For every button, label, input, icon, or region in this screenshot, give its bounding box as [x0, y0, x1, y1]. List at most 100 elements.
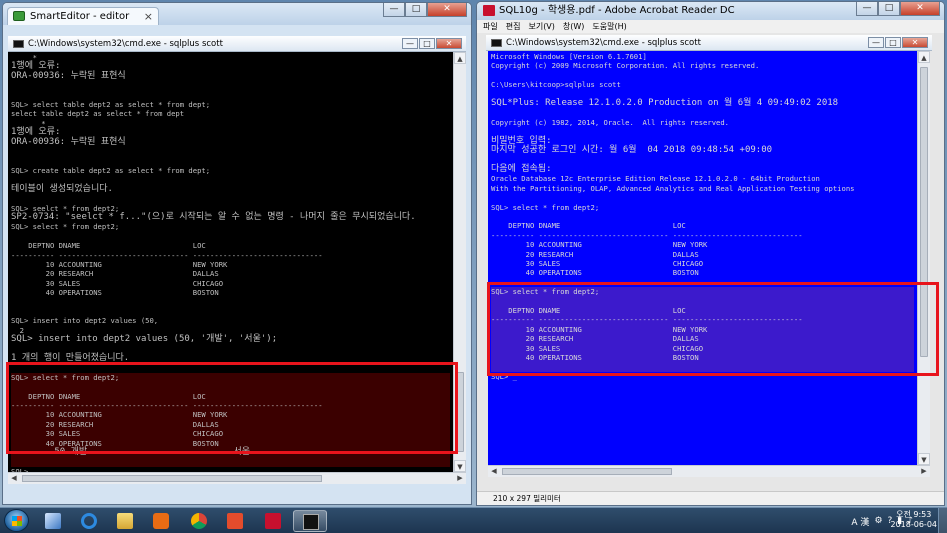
clock-time: 오전 9:53 [896, 510, 932, 519]
smarteditor-icon [13, 11, 25, 21]
menu-help[interactable]: 도움말(H) [588, 20, 630, 33]
console-line: 20 RESEARCH DALLAS [491, 249, 699, 259]
close-button[interactable]: ✕ [427, 3, 467, 17]
acrobat-icon [265, 513, 281, 529]
console-line: * [11, 53, 37, 62]
cmd-titlebar[interactable]: C:\Windows\system32\cmd.exe - sqlplus sc… [8, 36, 466, 52]
close-tab-icon[interactable]: × [144, 8, 153, 25]
console-line: Oracle Database 12c Enterprise Edition R… [491, 174, 820, 184]
right-cmd-titlebar[interactable]: C:\Windows\system32\cmd.exe - sqlplus sc… [486, 35, 932, 51]
start-icon[interactable] [4, 509, 29, 532]
scroll-right-arrow-icon[interactable]: ▶ [454, 473, 466, 484]
console-line: 테이블이 생성되었습니다. [11, 183, 113, 194]
acrobat-titlebar[interactable]: SQL10g - 학생용.pdf - Adobe Acrobat Reader … [477, 2, 944, 20]
smarteditor-window: SmartEditor - editor × — □ ✕ C:\Windows\… [2, 2, 472, 505]
left-vertical-scrollbar[interactable]: ▲ ▼ [453, 52, 466, 472]
right-cmd-minimize-button[interactable]: — [868, 37, 884, 48]
clock-date: 2018-06-04 [890, 520, 938, 529]
menu-view[interactable]: 보기(V) [524, 20, 558, 33]
console-line: 50 개발 서울 [11, 447, 450, 458]
console-line [11, 382, 450, 392]
console-line: SQL> select table dept2 as select * from… [11, 100, 211, 110]
menu-edit[interactable]: 편집 [502, 20, 525, 33]
right-hscroll-thumb[interactable] [502, 468, 672, 475]
acrobat-minimize-button[interactable]: — [856, 2, 878, 16]
right-scroll-down-arrow-icon[interactable]: ▼ [918, 453, 930, 465]
console-line: SQL> create table dept2 as select * from… [11, 165, 211, 175]
console-line: DEPTNO DNAME LOC [11, 391, 450, 402]
right-cmd-maximize-button[interactable]: □ [885, 37, 901, 48]
right-console-output[interactable]: Microsoft Windows [Version 6.1.7601] Copy… [488, 51, 917, 465]
maximize-button[interactable]: □ [405, 3, 427, 17]
console-line: 20 RESEARCH DALLAS [11, 419, 450, 430]
console-line: 10 ACCOUNTING NEW YORK [11, 410, 450, 420]
right-cmd-close-button[interactable]: ✕ [902, 37, 928, 48]
taskbar-chrome-button[interactable] [182, 510, 216, 532]
console-line: SQL> select * from dept2; [11, 372, 450, 383]
taskbar-acrobat-button[interactable] [256, 510, 290, 532]
cmd-close-button[interactable]: ✕ [436, 38, 462, 49]
console-line: 10 ACCOUNTING NEW YORK [491, 324, 914, 335]
right-vertical-scrollbar[interactable]: ▲ ▼ [917, 51, 930, 465]
hscroll-thumb[interactable] [22, 475, 322, 482]
right-scroll-thumb[interactable] [920, 67, 928, 357]
console-line: SQL> insert into dept2 values (50, '개발',… [11, 334, 278, 345]
scroll-left-arrow-icon[interactable]: ◀ [8, 473, 20, 484]
scroll-thumb[interactable] [456, 372, 464, 452]
tray-settings-icon[interactable]: ⚙ [874, 516, 882, 526]
menu-file[interactable]: 파일 [477, 20, 502, 33]
minimize-button[interactable]: — [383, 3, 405, 17]
cmd-title: C:\Windows\system32\cmd.exe - sqlplus sc… [28, 39, 223, 49]
left-horizontal-scrollbar[interactable]: ◀ ▶ [8, 472, 466, 484]
acrobat-close-button[interactable]: ✕ [900, 2, 940, 16]
taskbar-ie-button[interactable] [72, 510, 106, 532]
right-scroll-left-arrow-icon[interactable]: ◀ [488, 466, 500, 477]
show-desktop-button[interactable] [938, 508, 947, 533]
clock[interactable]: 오전 9:53 2018-06-04 [891, 510, 938, 530]
taskbar-media-button[interactable] [144, 510, 178, 532]
right-scroll-up-arrow-icon[interactable]: ▲ [918, 51, 930, 63]
taskbar-cmd-button[interactable] [293, 510, 327, 532]
console-line: SQL> _ [491, 371, 517, 381]
console-line: SP2-0734: "seelct * f..."(으)로 시작되는 알 수 없… [11, 211, 416, 222]
console-line: ---------- -----------------------------… [11, 250, 323, 260]
console-line [491, 296, 914, 306]
console-line: 10 ACCOUNTING NEW YORK [11, 259, 228, 269]
scroll-up-arrow-icon[interactable]: ▲ [454, 52, 466, 64]
input-language[interactable]: A 漢 [851, 515, 869, 528]
scroll-down-arrow-icon[interactable]: ▼ [454, 460, 466, 472]
smarteditor-titlebar[interactable]: SmartEditor - editor × — □ ✕ [3, 3, 471, 25]
right-horizontal-scrollbar[interactable]: ◀ ▶ [488, 465, 930, 477]
console-line: ---------- -----------------------------… [491, 315, 914, 325]
acrobat-maximize-button[interactable]: □ [878, 2, 900, 16]
console-line: 1 개의 행이 만들어졌습니다. [11, 353, 130, 363]
media-icon [153, 513, 169, 529]
console-line: DEPTNO DNAME LOC [491, 305, 914, 316]
cmd-icon [13, 39, 24, 48]
menu-window[interactable]: 창(W) [559, 20, 589, 33]
console-line: 40 OPERATIONS BOSTON [491, 353, 914, 363]
smarteditor-tab[interactable]: SmartEditor - editor × [7, 7, 159, 25]
console-line: With the Partitioning, OLAP, Advanced An… [491, 183, 855, 193]
chrome-icon [191, 513, 207, 529]
taskbar-folder-button[interactable] [108, 510, 142, 532]
taskbar-hwp-button[interactable] [218, 510, 252, 532]
console-line: 30 SALES CHICAGO [11, 429, 450, 439]
smarteditor-title: SmartEditor - editor [30, 11, 130, 22]
hwp-icon [227, 513, 243, 529]
right-scroll-right-arrow-icon[interactable]: ▶ [918, 466, 930, 477]
left-console-output[interactable]: * 1행에 오류: ORA-00936: 누락된 표현식 SQL> select t… [8, 52, 453, 472]
cmd-maximize-button[interactable]: □ [419, 38, 435, 49]
cmd-minimize-button[interactable]: — [402, 38, 418, 49]
taskbar-explorer-button[interactable] [36, 510, 70, 532]
